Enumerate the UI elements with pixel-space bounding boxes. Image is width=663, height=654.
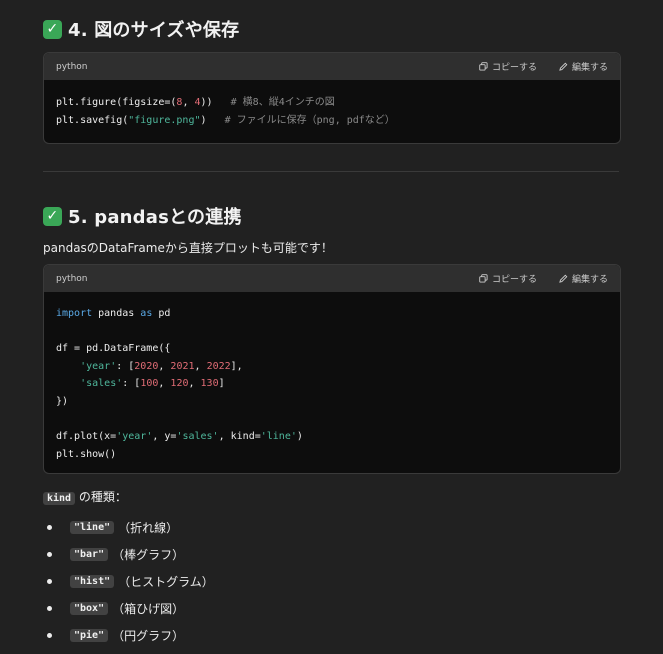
copy-icon: [479, 274, 488, 283]
section-5-heading: ✓ 5. pandasとの連携: [43, 203, 242, 229]
list-item: "box" （箱ひげ図）: [43, 595, 214, 622]
bullet-icon: [47, 633, 52, 638]
section-divider: [43, 171, 619, 172]
copy-button[interactable]: コピーする: [479, 60, 537, 73]
code-language-label: python: [56, 61, 88, 72]
code-block-header: python コピーする 編集する: [44, 53, 620, 80]
edit-pencil-icon: [559, 62, 568, 71]
bullet-icon: [47, 525, 52, 530]
edit-button[interactable]: 編集する: [559, 272, 608, 285]
code-block-pandas: python コピーする 編集する import pandas as pd df…: [43, 264, 621, 475]
section-5-title: 5. pandasとの連携: [68, 207, 242, 228]
copy-button[interactable]: コピーする: [479, 272, 537, 285]
list-item: "hist" （ヒストグラム）: [43, 568, 214, 595]
section-5-intro: pandasのDataFrameから直接プロットも可能です！: [43, 241, 333, 255]
edit-button[interactable]: 編集する: [559, 60, 608, 73]
section-4-heading: ✓ 4. 図のサイズや保存: [43, 16, 239, 42]
copy-label: コピーする: [491, 63, 537, 73]
bullet-icon: [47, 552, 52, 557]
check-mark-icon: ✓: [43, 206, 62, 226]
code-content: plt.figure(figsize=(8, 4)) # 横8、縦4インチの図 …: [56, 97, 395, 126]
bullet-icon: [47, 606, 52, 611]
edit-label: 編集する: [571, 63, 608, 73]
inline-code-kind: kind: [43, 492, 76, 505]
code-block-header: python コピーする 編集する: [44, 265, 620, 292]
kind-types-label: kind の種類：: [43, 488, 127, 505]
kind-list: "line" （折れ線） "bar" （棒グラフ） "hist" （ヒストグラム） "…: [43, 514, 214, 649]
list-item: "line" （折れ線）: [43, 514, 214, 541]
copy-label: コピーする: [491, 275, 537, 285]
code-language-label: python: [56, 273, 88, 284]
copy-icon: [479, 62, 488, 71]
code-content: import pandas as pd df = pd.DataFrame({ …: [56, 308, 303, 460]
list-item: "pie" （円グラフ）: [43, 622, 214, 649]
edit-pencil-icon: [559, 274, 568, 283]
bullet-icon: [47, 579, 52, 584]
edit-label: 編集する: [571, 275, 608, 285]
check-mark-icon: ✓: [43, 19, 62, 39]
list-item: "bar" （棒グラフ）: [43, 541, 214, 568]
section-4-title: 4. 図のサイズや保存: [68, 20, 240, 41]
code-block-figure: python コピーする 編集する plt.figure(figsize=(8,…: [43, 52, 621, 145]
